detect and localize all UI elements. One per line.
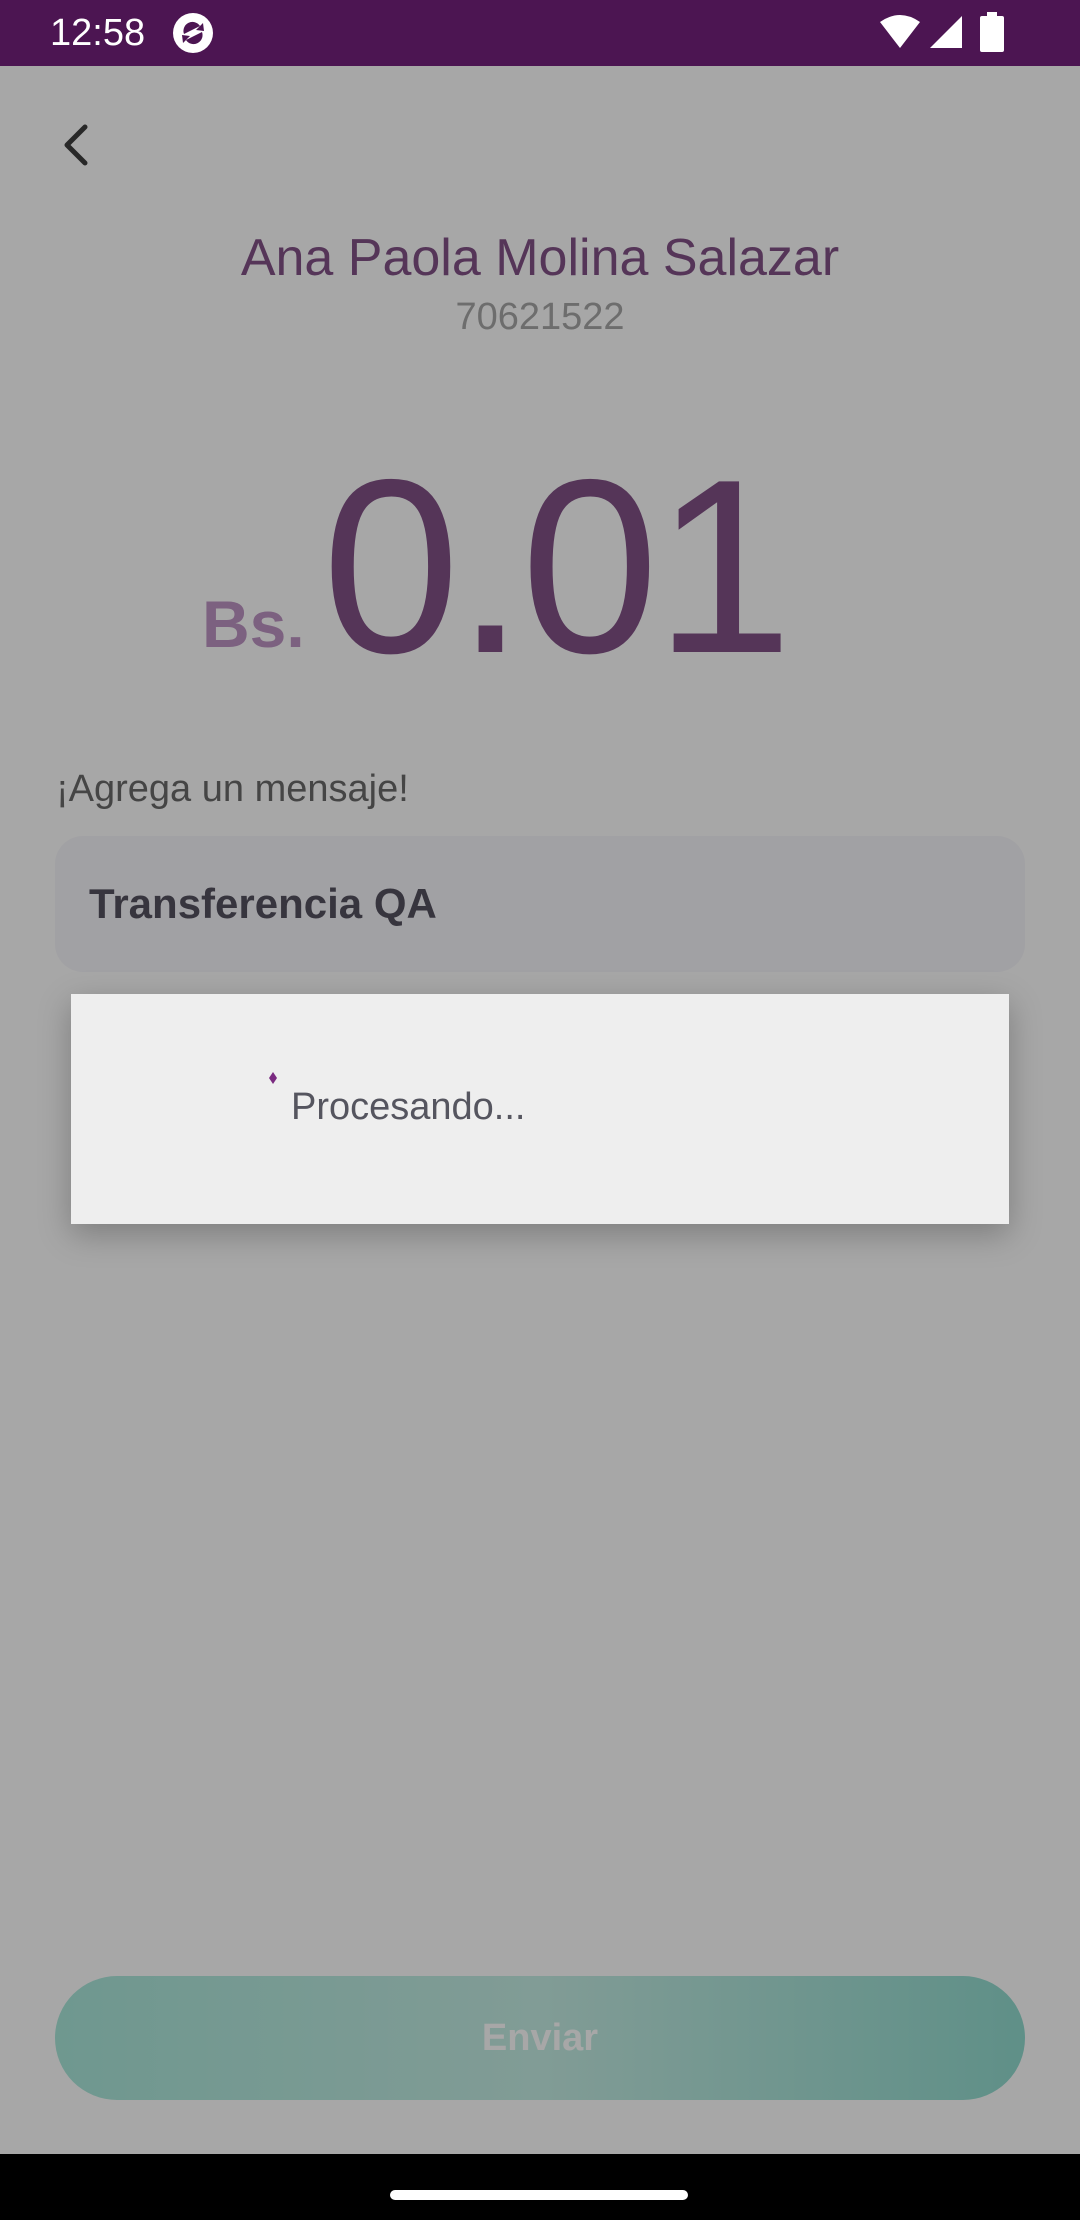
status-time: 12:58: [50, 12, 146, 54]
processing-text: Procesando...: [291, 1086, 526, 1128]
app-notification-icon: [173, 13, 213, 53]
home-handle[interactable]: [390, 2190, 688, 2200]
loading-spinner-icon: [269, 1072, 277, 1084]
wifi-icon: [880, 15, 920, 48]
battery-icon: [980, 12, 1004, 52]
system-nav-bar: [0, 2154, 1080, 2220]
processing-dialog: Procesando...: [71, 994, 1009, 1224]
signal-icon: [930, 16, 962, 48]
screen: 12:58 Ana Paola Molina Salazar 70621522 …: [0, 0, 1080, 2220]
status-bar: 12:58: [0, 0, 1080, 66]
